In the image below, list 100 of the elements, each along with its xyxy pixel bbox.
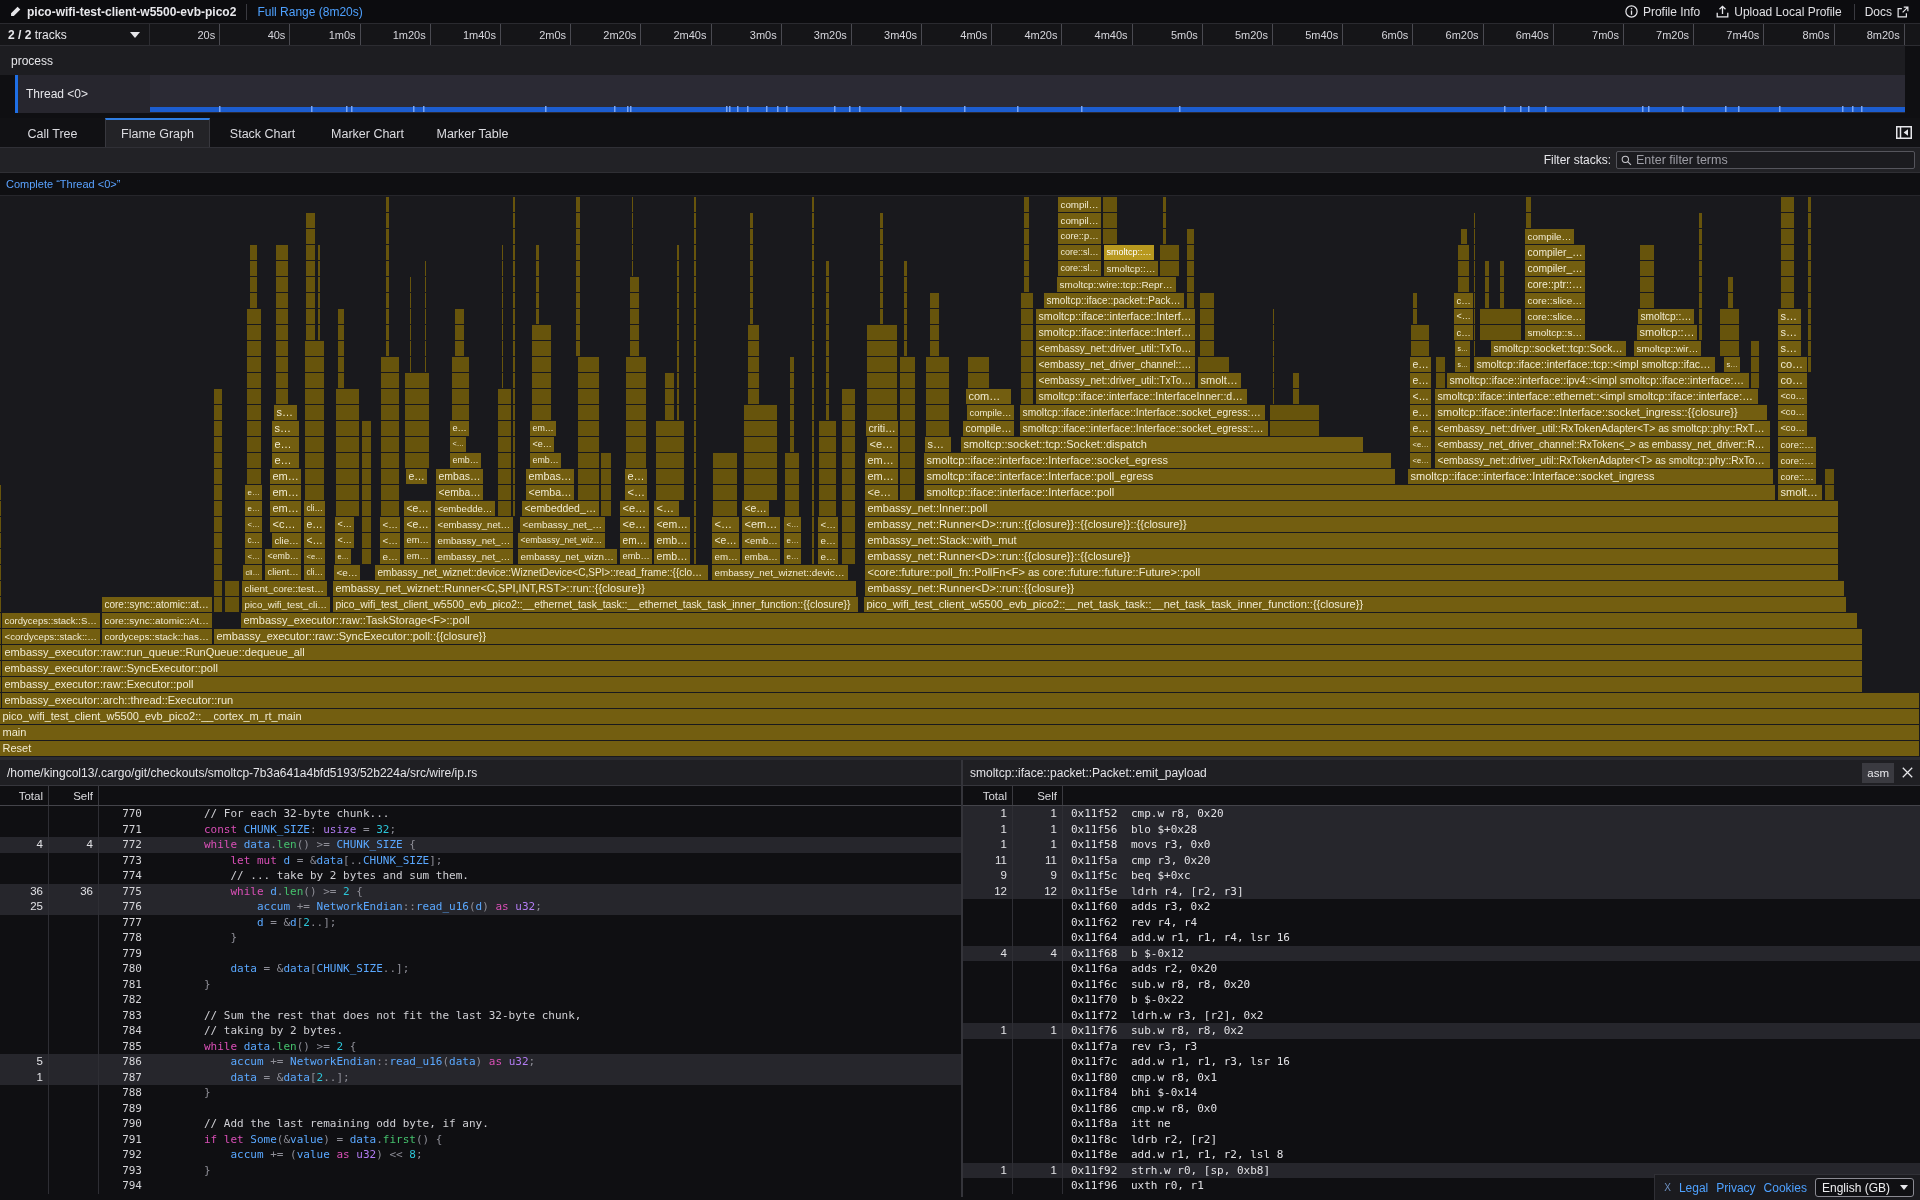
flame-frame[interactable]: pico_wifi_test_client_w5500_evb_pico2::__ethernet_task_task::__ethernet_task_task_inner_function::{{closure}}	[333, 597, 858, 612]
flame-frame[interactable]: <e…	[620, 501, 649, 516]
flame-frame[interactable]: smoltcp::…	[1637, 325, 1697, 340]
flame-frame[interactable]: compiler_…	[1525, 261, 1585, 276]
flame-frame[interactable]: em…	[404, 533, 431, 548]
flame-frame[interactable]: smoltcp::…	[1638, 309, 1694, 324]
unlabeled-frame-stack[interactable]	[405, 373, 429, 468]
flame-frame[interactable]: com…	[966, 389, 1011, 404]
flame-frame[interactable]: smoltcp::socket::tcp::Sock…	[1491, 341, 1626, 356]
flame-frame[interactable]: <core::future::poll_fn::PollFn<F> as core::future::future::Future>::poll	[865, 565, 1838, 580]
flame-frame[interactable]: compile…	[967, 405, 1014, 420]
flame-frame[interactable]: <em…	[654, 517, 690, 532]
flame-frame[interactable]: <…	[304, 533, 325, 548]
unlabeled-frame-stack[interactable]	[250, 245, 257, 308]
flame-frame[interactable]: e…	[818, 549, 838, 564]
flame-frame[interactable]: smoltcp::iface::interface::Interface::socket_egress:…	[1020, 405, 1265, 420]
flame-frame[interactable]: smoltcp::iface::interface::ipv4::<impl smoltcp::iface::interface:…	[1447, 373, 1749, 388]
flame-frame[interactable]: embassy_net_wiznet::devic…	[712, 565, 848, 580]
flame-frame[interactable]: em…	[270, 501, 301, 516]
unlabeled-frame-stack[interactable]	[1640, 245, 1654, 308]
unlabeled-frame-stack[interactable]	[819, 421, 836, 516]
flame-frame[interactable]: <cordyceps::stack::…	[2, 629, 100, 644]
flame-frame[interactable]: <emb…	[742, 533, 780, 548]
unlabeled-frame-stack[interactable]	[1526, 197, 1531, 228]
unlabeled-frame-stack[interactable]	[386, 197, 389, 356]
flame-frame[interactable]: smoltcp::iface::interface::Interface::socket_ingress	[1408, 469, 1773, 484]
unlabeled-frame-stack[interactable]	[1024, 197, 1029, 292]
unlabeled-frame-stack[interactable]	[1751, 341, 1759, 388]
flame-frame[interactable]: em…	[404, 549, 431, 564]
unlabeled-frame-stack[interactable]	[1021, 293, 1033, 404]
unlabeled-frame-stack[interactable]	[713, 453, 737, 516]
unlabeled-frame-stack[interactable]	[656, 421, 684, 500]
unlabeled-frame-stack[interactable]	[968, 357, 989, 388]
flame-frame[interactable]: <embassy_net::driver_util::TxTo…	[1036, 341, 1195, 356]
flame-frame[interactable]: e…	[1410, 373, 1431, 388]
flame-frame[interactable]: <e…	[742, 501, 769, 516]
unlabeled-frame-stack[interactable]	[306, 213, 315, 340]
flame-frame[interactable]: core::p…	[1058, 229, 1101, 244]
unlabeled-frame-stack[interactable]	[578, 357, 599, 500]
flame-frame[interactable]: e…	[1410, 421, 1431, 436]
tab[interactable]: Marker Table	[420, 118, 525, 147]
unlabeled-frame-stack[interactable]	[381, 357, 399, 516]
flame-frame[interactable]: <emba…	[526, 485, 574, 500]
flame-frame[interactable]: smoltcp::…	[1104, 261, 1158, 276]
tab[interactable]: Marker Chart	[315, 118, 420, 147]
flame-frame[interactable]: <…	[380, 517, 400, 532]
flame-frame[interactable]: smoltcp::wir…	[1634, 341, 1701, 356]
flame-frame[interactable]: co…	[1778, 357, 1807, 372]
flame-frame[interactable]: embassy_net::Runner<D>::run::{{closure}}::{{closure}}::{{closure}}	[865, 517, 1838, 532]
flame-frame[interactable]: <embassy_net::driver_util::RxTokenAdapter<T> as smoltcp::phy::RxTo…	[1435, 453, 1770, 468]
unlabeled-frame-stack[interactable]	[536, 245, 539, 324]
dismiss-button[interactable]: X	[1664, 1182, 1671, 1193]
unlabeled-frame-stack[interactable]	[1720, 309, 1739, 356]
unlabeled-frame-stack[interactable]	[785, 453, 799, 516]
flame-frame[interactable]: emb…	[620, 549, 652, 564]
flame-frame[interactable]: smoltcp::iface::interface::ethernet::<impl smoltcp::iface::interface:…	[1435, 389, 1758, 404]
flame-frame[interactable]: <e…	[865, 485, 898, 500]
flame-frame[interactable]: <embassy_net_driver_channel::RxToken<_> as embassy_net_driver::R…	[1435, 437, 1770, 452]
flame-frame[interactable]: <embedde…	[435, 501, 495, 516]
flame-frame[interactable]: embassy_executor::raw::SyncExecutor::poll::{{closure}}	[214, 629, 1862, 644]
flame-frame[interactable]: s…	[274, 405, 297, 420]
unlabeled-frame-stack[interactable]	[1480, 309, 1521, 340]
flame-frame[interactable]: core::sync::atomic::At…	[102, 613, 212, 628]
unlabeled-frame-stack[interactable]	[1163, 197, 1166, 244]
unlabeled-frame-stack[interactable]	[842, 389, 855, 564]
flame-frame[interactable]: s…	[1778, 341, 1801, 356]
flame-frame[interactable]: smoltcp::s…	[1525, 325, 1585, 340]
flame-frame[interactable]: smoltcp::iface::interface::Interface::poll	[924, 485, 1775, 500]
flame-frame[interactable]: e…	[1410, 405, 1431, 420]
footer-link[interactable]: Privacy	[1716, 1180, 1756, 1195]
language-select[interactable]: English (GB)	[1814, 1178, 1914, 1197]
unlabeled-frame-stack[interactable]	[276, 245, 288, 404]
unlabeled-frame-stack[interactable]	[1781, 197, 1794, 308]
close-icon[interactable]	[1902, 767, 1913, 778]
flame-frame[interactable]: cli…	[304, 501, 325, 516]
unlabeled-frame-stack[interactable]	[1293, 373, 1299, 404]
flame-frame[interactable]: smoltcp::iface::interface::InterfaceInner::d…	[1036, 389, 1247, 404]
flame-frame[interactable]: compile…	[963, 421, 1014, 436]
flame-frame[interactable]: core::…	[1778, 453, 1816, 468]
flame-frame[interactable]: emba…	[742, 549, 780, 564]
track-label[interactable]: process	[0, 46, 150, 75]
flame-frame[interactable]: Reset	[0, 741, 1919, 756]
flame-frame[interactable]: <co…	[1778, 389, 1807, 404]
profile-name-button[interactable]: pico-wifi-test-client-w5500-evb-pico2	[10, 4, 237, 19]
unlabeled-frame-stack[interactable]	[1187, 229, 1194, 308]
unlabeled-frame-stack[interactable]	[1699, 213, 1702, 340]
flame-frame[interactable]: core::slice…	[1525, 293, 1585, 308]
flame-frame[interactable]: client…	[265, 565, 301, 580]
flame-frame[interactable]: smoltcp::iface::interface::Interf…	[1036, 325, 1195, 340]
flame-frame[interactable]: e…	[1410, 357, 1431, 372]
flame-frame[interactable]: cordyceps::stack::has…	[102, 629, 212, 644]
unlabeled-frame-stack[interactable]	[904, 261, 907, 356]
flame-frame[interactable]: embassy_net::Runner<D>::run::{{closure}}::{{closure}}	[865, 549, 1838, 564]
unlabeled-frame-stack[interactable]	[665, 373, 674, 420]
flame-frame[interactable]: <…	[380, 533, 400, 548]
flame-frame[interactable]: co…	[1778, 373, 1807, 388]
flame-frame[interactable]: s…	[272, 421, 299, 436]
flame-frame[interactable]: <embassy_net_driver_channel::…	[1036, 357, 1195, 372]
unlabeled-frame-stack[interactable]	[225, 581, 239, 612]
docs-link[interactable]: Docs	[1864, 4, 1909, 19]
